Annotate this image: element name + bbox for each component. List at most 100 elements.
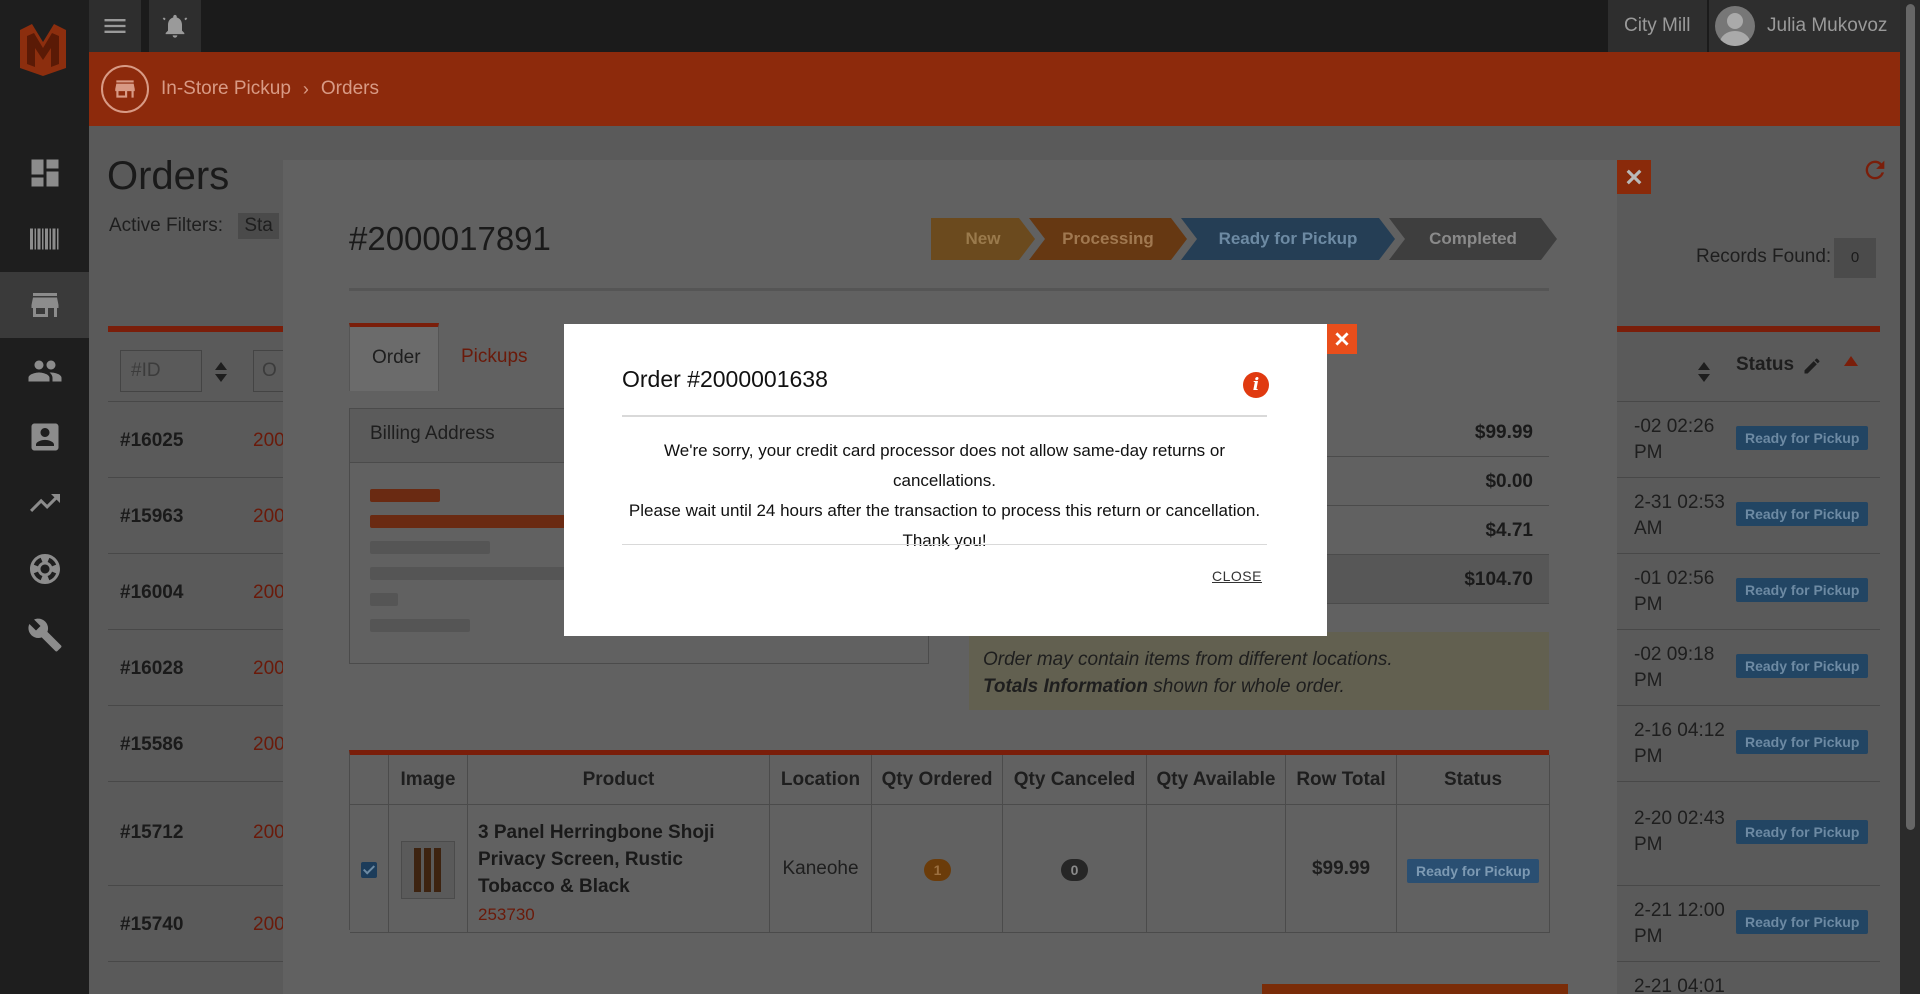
info-icon: i — [1243, 372, 1269, 398]
store-icon — [115, 80, 135, 98]
sort-icon[interactable] — [214, 360, 228, 384]
qty-ordered-badge: 1 — [924, 859, 951, 881]
order-number: #2000017891 — [349, 220, 551, 257]
status-badge: Ready for Pickup — [1736, 910, 1869, 934]
store-selector[interactable]: City Mill — [1608, 0, 1707, 52]
nav-barcode[interactable] — [0, 206, 89, 272]
active-filters-label: Active Filters: — [109, 215, 224, 236]
tab-pickups[interactable]: Pickups — [439, 323, 550, 391]
step-processing: Processing — [1029, 218, 1187, 260]
totals-note: Order may contain items from different l… — [969, 632, 1549, 710]
row-total-cell: $99.99 — [1286, 805, 1397, 933]
qty-available-column-header: Qty Available — [1147, 755, 1286, 805]
status-column-header: Status — [1397, 755, 1550, 805]
row-order-link[interactable]: 200 — [253, 734, 285, 756]
close-icon — [1335, 332, 1349, 346]
qty-canceled-cell: 0 — [1003, 805, 1147, 933]
product-thumbnail[interactable] — [401, 841, 455, 899]
top-bar: City Mill Julia Mukovoz — [89, 0, 1920, 52]
dialog-message: We're sorry, your credit card processor … — [622, 436, 1267, 556]
message-line-3: Thank you! — [902, 531, 987, 550]
row-order-link[interactable]: 200 — [253, 582, 285, 604]
page-scrollbar[interactable] — [1900, 0, 1920, 994]
row-id: #15586 — [120, 734, 184, 755]
sort-up-icon[interactable] — [1844, 356, 1858, 366]
qty-ordered-column-header: Qty Ordered — [872, 755, 1003, 805]
step-ready-for-pickup: Ready for Pickup — [1181, 218, 1395, 260]
id-filter-input[interactable]: #ID — [120, 350, 202, 392]
item-checkbox[interactable] — [361, 862, 377, 878]
row-date: 2-20 02:43 PM — [1634, 808, 1725, 855]
support-icon — [29, 554, 60, 584]
refresh-icon[interactable] — [1861, 156, 1889, 184]
product-name: 3 Panel Herringbone Shoji Privacy Screen… — [478, 822, 715, 897]
row-date: 2-21 04:01 — [1634, 976, 1725, 994]
status-badge: Ready for Pickup — [1736, 578, 1869, 602]
row-order-link[interactable]: 200 — [253, 430, 285, 452]
left-sidebar — [0, 0, 89, 994]
user-name: Julia Mukovoz — [1767, 15, 1888, 36]
status-badge: Ready for Pickup — [1736, 502, 1869, 526]
nav-reports[interactable] — [0, 470, 89, 536]
row-order-link[interactable]: 200 — [253, 658, 285, 680]
row-order-link[interactable]: 200 — [253, 506, 285, 528]
row-date: 2-16 04:12 PM — [1634, 720, 1725, 767]
row-id: #16028 — [120, 658, 184, 679]
status-badge: Ready for Pickup — [1736, 426, 1869, 450]
row-id: #15740 — [120, 914, 184, 935]
dialog-divider — [622, 544, 1267, 545]
product-sku-link[interactable]: 253730 — [478, 905, 535, 925]
nav-support[interactable] — [0, 536, 89, 602]
screen-panel — [424, 848, 431, 892]
chevron-right-icon: › — [302, 78, 309, 99]
order-items-table: Image Product Location Qty Ordered Qty C… — [349, 750, 1550, 933]
nav-dashboard[interactable] — [0, 140, 89, 206]
billing-name — [370, 489, 440, 502]
message-line-1: We're sorry, your credit card processor … — [664, 441, 1225, 490]
status-badge: Ready for Pickup — [1736, 730, 1869, 754]
row-order-link[interactable]: 200 — [253, 914, 285, 936]
row-date: 2-21 12:00 PM — [1634, 900, 1725, 947]
hamburger-icon — [104, 19, 126, 33]
edit-icon[interactable] — [1802, 356, 1822, 376]
dialog-close-button[interactable] — [1327, 324, 1357, 354]
trending-up-icon — [29, 494, 60, 512]
nav-customers[interactable] — [0, 338, 89, 404]
dialog-title: Order #2000001638 — [622, 366, 828, 392]
row-date: 2-31 02:53 AM — [1634, 492, 1725, 539]
row-date: -01 02:56 PM — [1634, 568, 1715, 615]
menu-toggle-button[interactable] — [89, 0, 141, 52]
breadcrumb-in-store-pickup[interactable]: In-Store Pickup — [161, 78, 291, 100]
product-cell: 3 Panel Herringbone Shoji Privacy Screen… — [468, 805, 770, 933]
notifications-button[interactable] — [149, 0, 201, 52]
row-date: -02 02:26 PM — [1634, 416, 1715, 463]
alert-dialog: Order #2000001638 i We're sorry, your cr… — [564, 324, 1327, 636]
dialog-close-link[interactable]: CLOSE — [1212, 568, 1262, 584]
breadcrumb: In-Store Pickup › Orders — [89, 52, 1900, 126]
select-column-header — [350, 755, 389, 805]
action-button[interactable] — [1262, 984, 1568, 994]
contact-card-icon — [31, 423, 58, 451]
nav-in-store-pickup[interactable] — [0, 272, 89, 338]
tab-order[interactable]: Order — [349, 323, 439, 391]
app-logo-icon[interactable] — [18, 22, 68, 76]
nav-settings[interactable] — [0, 602, 89, 668]
product-column-header: Product — [468, 755, 770, 805]
user-menu[interactable]: Julia Mukovoz — [1709, 0, 1920, 52]
close-icon — [1626, 169, 1642, 185]
scrollbar-thumb[interactable] — [1906, 4, 1915, 830]
item-status-cell: Ready for Pickup — [1397, 805, 1550, 933]
sort-icon[interactable] — [1697, 360, 1711, 384]
qty-ordered-cell: 1 — [872, 805, 1003, 933]
step-new: New — [931, 218, 1035, 260]
row-order-link[interactable]: 200 — [253, 822, 285, 844]
filter-chip[interactable]: Sta — [238, 213, 279, 239]
row-id: #15963 — [120, 506, 184, 527]
order-filter-input[interactable]: O — [253, 350, 283, 392]
order-modal-close-button[interactable] — [1617, 160, 1651, 194]
nav-contacts[interactable] — [0, 404, 89, 470]
status-column-header[interactable]: Status — [1736, 354, 1794, 376]
select-cell — [350, 805, 389, 933]
row-id: #16004 — [120, 582, 184, 603]
row-date: -02 09:18 PM — [1634, 644, 1715, 691]
